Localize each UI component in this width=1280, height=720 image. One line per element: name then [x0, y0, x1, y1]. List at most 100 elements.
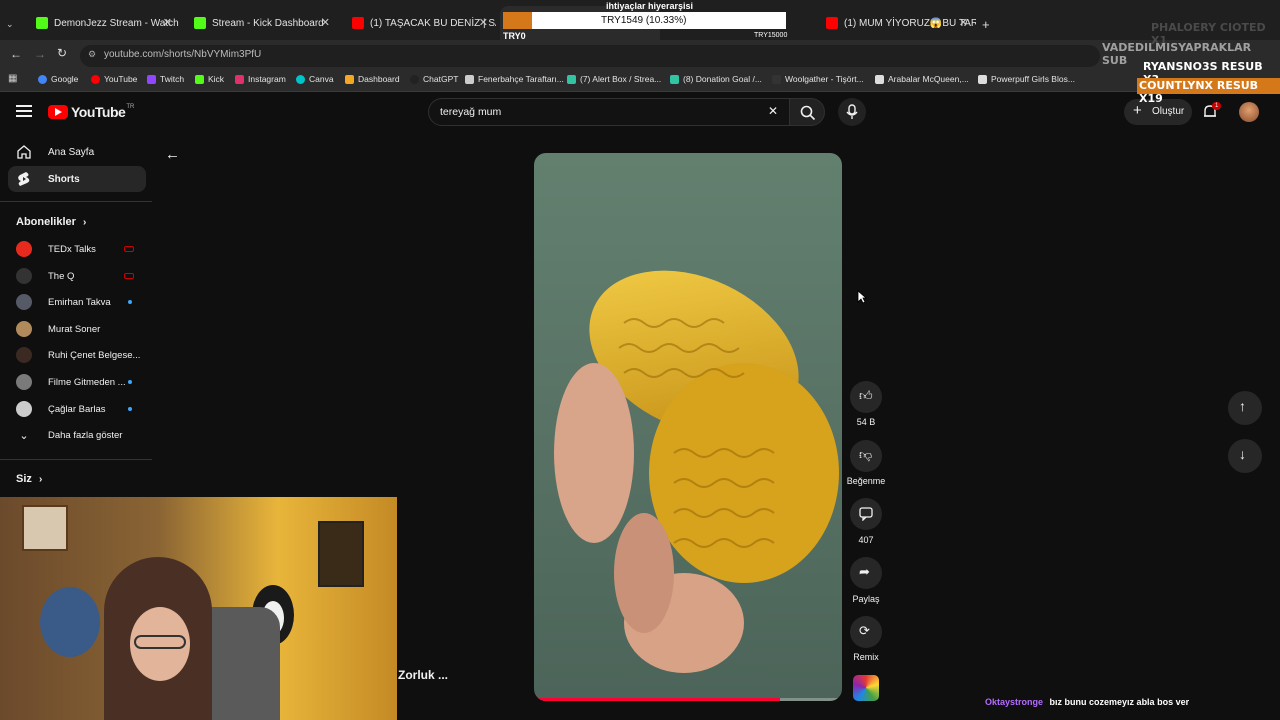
bookmark[interactable]: Kick — [195, 74, 224, 84]
channel-avatar — [16, 268, 32, 284]
browser-tab-1[interactable]: DemonJezz Stream - Watch Live ✕ — [28, 6, 180, 40]
browser-tab-3[interactable]: (1) TAŞACAK BU DENİZ | SAY T ✕ — [344, 6, 496, 40]
audio-thumbnail[interactable] — [853, 675, 879, 701]
thumbs-up-icon: 👍︎ — [859, 388, 873, 403]
subscription-channel[interactable]: Ruhi Çenet Belgese... — [16, 344, 146, 366]
bookmark[interactable]: (7) Alert Box / Strea... — [567, 74, 661, 84]
forward-icon[interactable]: → — [34, 47, 46, 61]
youtube-icon — [826, 17, 838, 29]
remix-icon: ⟳ — [859, 623, 870, 638]
you-section-heading[interactable]: Siz › — [16, 473, 42, 485]
donation-goal-target: TRY15000 — [754, 32, 788, 39]
channel-avatar — [16, 401, 32, 417]
subscription-channel[interactable]: The Q — [16, 265, 146, 287]
clear-search-icon[interactable]: ✕ — [768, 104, 778, 118]
browser-tab-2[interactable]: Stream - Kick Dashboard ✕ — [186, 6, 338, 40]
bookmark[interactable]: Instagram — [235, 74, 286, 84]
youtube-logo[interactable]: YouTube TR — [48, 104, 134, 120]
back-icon[interactable]: ← — [10, 47, 22, 61]
comment-count: 407 — [858, 535, 874, 545]
bookmark[interactable]: ChatGPT — [410, 74, 458, 84]
search-button[interactable] — [789, 98, 825, 126]
close-tab-icon[interactable]: ✕ — [321, 16, 330, 29]
live-icon — [124, 273, 134, 279]
sidebar-item-label: Ana Sayfa — [48, 146, 95, 158]
tab-title: (1) MUM YİYORUZ😱BU TARİF — [844, 17, 976, 29]
comments-button[interactable] — [850, 498, 882, 530]
notifications-button[interactable]: 1 — [1202, 102, 1222, 122]
sub-alert-line: COUNTLYNX RESUB X19 — [1137, 78, 1280, 105]
reload-icon[interactable]: ↻ — [57, 46, 67, 60]
close-tab-icon[interactable]: ✕ — [959, 16, 968, 29]
chevron-right-icon: › — [82, 217, 87, 228]
previous-short-button[interactable]: ↑ — [1228, 391, 1262, 425]
bookmark[interactable]: Woolgather - Tişört... — [772, 74, 864, 84]
share-button[interactable]: ➦ — [850, 557, 882, 589]
next-short-button[interactable]: ↓ — [1228, 439, 1262, 473]
sidebar-item-home[interactable]: Ana Sayfa — [8, 139, 146, 165]
tab-title: Stream - Kick Dashboard — [212, 17, 324, 29]
channel-avatar — [16, 347, 32, 363]
avatar[interactable] — [1239, 102, 1259, 122]
streamlabs-icon — [670, 74, 679, 84]
shorts-icon — [18, 172, 30, 186]
bookmark[interactable]: Fenerbahçe Taraftarı... — [465, 74, 564, 84]
youtube-icon — [91, 74, 100, 84]
search-input[interactable]: tereyağ mum ✕ — [428, 98, 790, 126]
remix-button[interactable]: ⟳ — [850, 616, 882, 648]
canva-icon — [296, 74, 305, 84]
home-icon — [17, 145, 31, 159]
subscription-channel[interactable]: Murat Soner — [16, 318, 146, 340]
like-button[interactable]: 👍︎ — [850, 381, 882, 413]
search-icon — [800, 105, 816, 121]
progress-fill — [534, 698, 781, 701]
webcam-overlay — [0, 497, 397, 720]
bookmark[interactable]: Google — [38, 74, 78, 84]
site-info-icon[interactable]: ⚙ — [88, 49, 96, 60]
subscription-channel[interactable]: TEDx Talks — [16, 238, 146, 260]
plush-toy — [40, 587, 100, 657]
address-bar[interactable]: ⚙ youtube.com/shorts/NbVYMim3PfU — [80, 45, 1100, 67]
voice-search-button[interactable] — [838, 98, 866, 126]
kick-icon — [36, 17, 48, 29]
remix-label: Remix — [853, 652, 879, 662]
bookmark[interactable]: Powerpuff Girls Blos... — [978, 74, 1075, 84]
bookmark[interactable]: Arabalar McQueen,... — [875, 74, 969, 84]
progress-track[interactable] — [534, 698, 842, 701]
close-tab-icon[interactable]: ✕ — [479, 16, 488, 29]
subscription-channel[interactable]: Emirhan Takva — [16, 291, 146, 313]
kick-icon — [194, 17, 206, 29]
logo-text: YouTube — [71, 104, 126, 120]
subscription-channel[interactable]: Filme Gitmeden ... — [16, 371, 146, 393]
close-tab-icon[interactable]: ✕ — [163, 16, 172, 29]
bookmark[interactable]: (8) Donation Goal /... — [670, 74, 762, 84]
subscription-channel[interactable]: Çağlar Barlas — [16, 398, 146, 420]
apps-grid-icon[interactable]: ▦ — [8, 73, 17, 84]
channel-name-overlay[interactable]: Zorluk ... — [398, 668, 448, 682]
menu-icon[interactable] — [16, 105, 32, 117]
dislike-button[interactable]: 👎︎ — [850, 440, 882, 472]
back-arrow-icon[interactable]: ← — [165, 146, 180, 163]
bookmark[interactable]: Twitch — [147, 74, 184, 84]
subscriptions-heading[interactable]: Abonelikler › — [16, 216, 86, 228]
tab-search-icon[interactable]: ⌄ — [6, 19, 20, 33]
new-tab-icon[interactable]: + — [982, 17, 990, 32]
bookmark[interactable]: YouTube — [91, 74, 137, 84]
sidebar-item-shorts[interactable]: Shorts — [8, 166, 146, 192]
kick-icon — [195, 74, 204, 84]
bookmark[interactable]: Dashboard — [345, 74, 400, 84]
chevron-right-icon: › — [38, 474, 43, 485]
notification-badge: 1 — [1212, 102, 1222, 110]
show-more-button[interactable]: ⌄ Daha fazla göster — [16, 424, 146, 446]
donation-goal-amount: TRY1549 (10.33%) — [601, 15, 687, 26]
page-icon — [465, 74, 474, 84]
wall-poster — [318, 521, 364, 587]
chevron-down-icon: ⌄ — [19, 429, 29, 442]
like-count: 54 B — [856, 417, 876, 427]
shorts-video[interactable] — [534, 153, 842, 701]
bookmark[interactable]: Canva — [296, 74, 334, 84]
browser-tab-4[interactable]: (1) MUM YİYORUZ😱BU TARİF ✕ — [818, 6, 976, 40]
dashboard-icon — [345, 74, 354, 84]
search-value: tereyağ mum — [440, 106, 502, 118]
sidebar-divider — [0, 459, 152, 460]
